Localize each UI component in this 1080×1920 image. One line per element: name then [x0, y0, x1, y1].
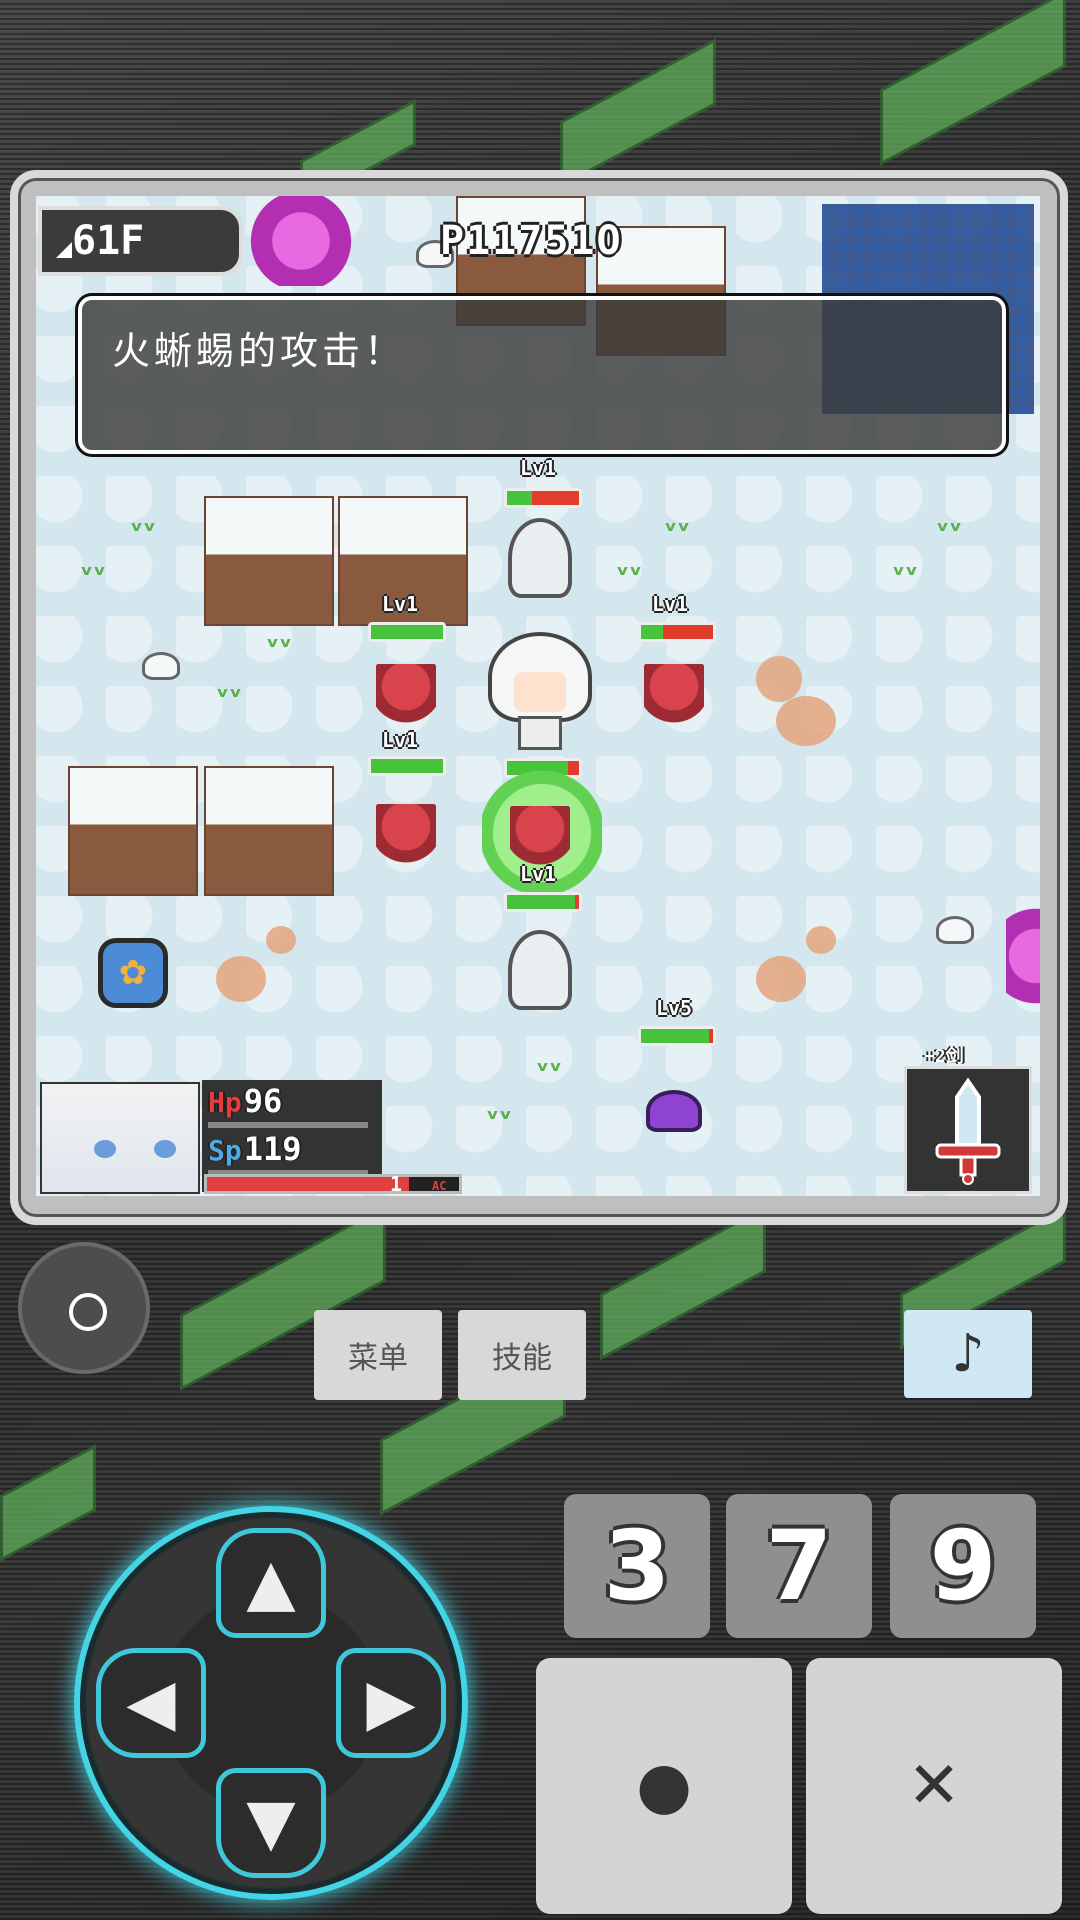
crystal [246, 196, 356, 286]
gold-counter: P11751O [440, 218, 623, 264]
cancel-button[interactable]: ✕ [806, 1658, 1062, 1914]
battle-message-text: 火蜥蜴的攻击！ [112, 329, 407, 373]
grass-tuft: ᵥᵥ [536, 1048, 563, 1078]
scorpion-enemy[interactable] [376, 664, 436, 738]
dpad[interactable]: ▲ ▼ ◀ ▶ [74, 1506, 468, 1900]
scorpion-enemy[interactable] [376, 804, 436, 878]
sp-stat: Sp119 [208, 1130, 302, 1168]
grass-tuft: ᵥᵥ [664, 508, 691, 538]
confirm-button[interactable]: ● [536, 1658, 792, 1914]
crystal [1006, 896, 1040, 1016]
player-body [518, 716, 562, 750]
grass-tuft: ᵥᵥ [130, 508, 157, 538]
floor-indicator: 61F [38, 206, 243, 276]
bg-tile [600, 1205, 766, 1361]
hp-label: Hp [208, 1086, 242, 1119]
enemy-hp-bar [368, 756, 446, 776]
enemy-level-label: Lv1 [381, 728, 419, 752]
grass-tuft: ᵥᵥ [616, 552, 643, 582]
action-button-7[interactable]: 7 [726, 1494, 872, 1638]
dirt-patch [776, 696, 836, 746]
grass-tuft: ᵥᵥ [936, 508, 963, 538]
player-face [514, 672, 566, 712]
slime-enemy[interactable] [646, 1090, 702, 1132]
hp-mini-bar [208, 1122, 368, 1128]
hunger-unit-label: AC [432, 1179, 447, 1193]
dirt-patch [806, 926, 836, 954]
scorpion-enemy[interactable] [644, 664, 704, 738]
player-portrait[interactable] [40, 1082, 200, 1194]
grass-tuft: ᵥᵥ [892, 552, 919, 582]
enemy-hp-bar [504, 892, 582, 912]
hp-value: 96 [243, 1082, 283, 1120]
dpad-down-button[interactable]: ▼ [216, 1768, 326, 1878]
dpad-right-button[interactable]: ▶ [336, 1648, 446, 1758]
dirt-patch [756, 656, 802, 702]
enemy-hp-bar [504, 488, 582, 508]
hp-stat: Hp96 [208, 1082, 282, 1120]
bg-tile [0, 1444, 96, 1562]
ghost-enemy[interactable] [508, 518, 572, 598]
grass-tuft: ᵥᵥ [486, 1096, 513, 1126]
hunger-bar [204, 1174, 462, 1194]
dirt-patch [266, 926, 296, 954]
dpad-up-button[interactable]: ▲ [216, 1528, 326, 1638]
enemy-hp-bar [638, 1026, 716, 1046]
sword-icon [935, 1077, 1001, 1185]
grass-tuft: ᵥᵥ [80, 552, 107, 582]
snow-block [204, 766, 334, 896]
bg-tile [560, 38, 716, 188]
action-button-9[interactable]: 9 [890, 1494, 1036, 1638]
portrait-eye [154, 1140, 176, 1158]
action-button-3[interactable]: 3 [564, 1494, 710, 1638]
circle-icon: ● [636, 1749, 692, 1823]
skill-button[interactable]: 技能 [458, 1310, 586, 1400]
sp-value: 119 [243, 1130, 302, 1168]
enemy-level-label: Lv1 [519, 456, 557, 480]
snow-block [204, 496, 334, 626]
battle-message-box: 火蜥蜴的攻击！ [75, 293, 1009, 457]
music-toggle-button[interactable]: ♪ [904, 1310, 1032, 1398]
weapon-slot[interactable] [904, 1066, 1032, 1194]
enemy-level-label: Lv1 [381, 592, 419, 616]
player-character[interactable] [488, 632, 592, 750]
dirt-patch [216, 956, 266, 1002]
grass-tuft: ᵥᵥ [216, 674, 243, 704]
enemy-hp-bar [368, 622, 446, 642]
menu-button[interactable]: 菜单 [314, 1310, 442, 1400]
pebble [142, 652, 180, 680]
enemy-level-label: Lv1 [651, 592, 689, 616]
enemy-hp-bar [638, 622, 716, 642]
enemy-level-label: Lv1 [519, 862, 557, 886]
portrait-eye [94, 1140, 116, 1158]
bg-tile [880, 0, 1066, 166]
hunger-bar-fill [207, 1177, 409, 1191]
cross-icon: ✕ [907, 1749, 961, 1823]
dpad-left-button[interactable]: ◀ [96, 1648, 206, 1758]
hunger-value: 1 [390, 1172, 403, 1196]
grass-tuft: ᵥᵥ [266, 624, 293, 654]
snow-block [68, 766, 198, 896]
shield-item-icon[interactable]: ✿ [98, 938, 168, 1008]
dirt-patch [756, 956, 806, 1002]
floor-number: 61F [72, 218, 145, 264]
music-note-icon: ♪ [951, 1324, 985, 1384]
enemy-level-label: Lv5 [655, 996, 693, 1020]
pebble [936, 916, 974, 944]
settings-gear-icon[interactable] [18, 1242, 150, 1374]
sp-label: Sp [208, 1134, 242, 1167]
weapon-label: +2剑 [924, 1046, 964, 1067]
ghost-enemy[interactable] [508, 930, 572, 1010]
